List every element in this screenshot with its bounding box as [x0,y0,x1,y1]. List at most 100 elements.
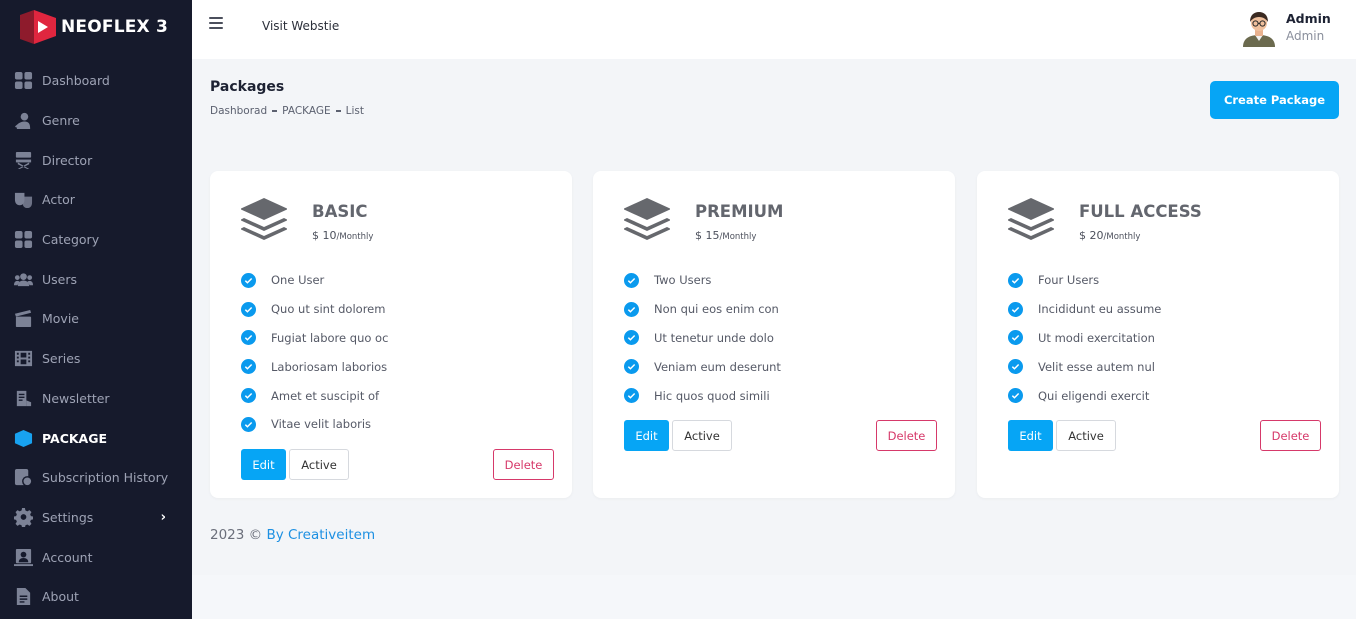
creativeitem-link[interactable]: By Creativeitem [266,527,375,543]
subscription-history-icon [14,468,33,487]
sidebar-item-series[interactable]: Series [0,339,192,379]
sidebar-item-label: Movie [42,311,79,327]
list-item: Ut tenetur unde dolo [624,324,781,353]
check-circle-icon [241,330,256,346]
copyright-text: 2023 © [210,527,263,543]
feature-text: Hic quos quod simili [654,388,770,403]
list-item: Fugiat labore quo oc [241,324,388,353]
price-amount: $ 20 [1079,229,1104,242]
status-active-button[interactable]: Active [672,420,732,451]
sidebar-item-label: Genre [42,113,80,129]
feature-list: One User Quo ut sint dolorem Fugiat labo… [241,266,388,439]
package-name: PREMIUM [695,202,784,221]
check-circle-icon [241,301,256,317]
sidebar-item-label: Actor [42,192,75,208]
delete-button[interactable]: Delete [876,420,937,451]
feature-list: Two Users Non qui eos enim con Ut tenetu… [624,266,781,410]
user-name[interactable]: Admin [1286,11,1331,26]
neoflex-logo-icon [20,10,56,44]
list-item: Amet et suscipit of [241,381,388,410]
layers-icon [1008,198,1054,240]
edit-button[interactable]: Edit [624,420,669,451]
sidebar-item-label: Director [42,152,93,168]
sidebar-item-label: About [42,589,79,605]
feature-text: Non qui eos enim con [654,302,779,317]
users-icon [14,270,33,289]
package-price: $ 20/Monthly [1079,229,1140,242]
breadcrumb-item-list: List [345,105,364,117]
feature-text: Qui eligendi exercit [1038,388,1150,403]
sidebar-item-newsletter[interactable]: Newsletter [0,379,192,419]
sidebar-item-label: Series [42,351,81,367]
clapperboard-icon [14,309,33,328]
check-circle-icon [241,416,256,432]
delete-button[interactable]: Delete [493,449,554,480]
package-icon [14,429,33,448]
footer: 2023 © By Creativeitem [210,527,375,543]
edit-button[interactable]: Edit [241,449,286,480]
user-role: Admin [1286,29,1325,43]
sidebar-item-director[interactable]: Director [0,140,192,180]
list-item: Ut modi exercitation [1008,324,1161,353]
check-circle-icon [241,359,256,375]
check-circle-icon [624,272,639,288]
feature-text: Incididunt eu assume [1038,302,1162,317]
dashboard-icon [14,71,33,90]
avatar[interactable] [1240,9,1278,47]
feature-text: Vitae velit laboris [271,417,372,432]
sidebar-item-label: Newsletter [42,390,110,406]
page-title: Packages [210,79,285,95]
package-card-premium: PREMIUM $ 15/Monthly Two Users Non qui e… [593,171,955,498]
sidebar-item-settings[interactable]: Settings › [0,498,192,538]
hamburger-menu-icon[interactable] [209,17,223,31]
price-period: /Monthly [1103,232,1141,242]
sidebar-item-account[interactable]: Account [0,537,192,577]
feature-text: Ut tenetur unde dolo [654,330,774,345]
chevron-right-icon: › [160,509,166,525]
feature-text: Four Users [1038,273,1100,288]
create-package-button[interactable]: Create Package [1210,81,1339,119]
film-icon [14,349,33,368]
genre-icon [14,111,33,130]
category-grid-icon [14,230,33,249]
status-active-button[interactable]: Active [289,449,349,480]
sidebar-item-about[interactable]: About [0,577,192,617]
feature-list: Four Users Incididunt eu assume Ut modi … [1008,266,1161,410]
sidebar-nav: Dashboard Genre Director Actor Category … [0,61,192,617]
sidebar-item-package[interactable]: PACKAGE [0,418,192,458]
feature-text: Quo ut sint dolorem [271,302,386,317]
sidebar-item-category[interactable]: Category [0,220,192,260]
feature-text: Ut modi exercitation [1038,330,1155,345]
brand-name: NEOFLEX 3 [61,17,169,37]
sidebar-item-users[interactable]: Users [0,259,192,299]
sidebar-item-label: Category [42,232,100,248]
breadcrumb-item-dashboard[interactable]: Dashborad [210,105,267,117]
check-circle-icon [624,388,639,404]
package-name: FULL ACCESS [1079,202,1202,221]
visit-website-link[interactable]: Visit Webstie [262,19,339,33]
sidebar-item-movie[interactable]: Movie [0,299,192,339]
sidebar-item-label: Users [42,271,78,287]
sidebar-item-actor[interactable]: Actor [0,180,192,220]
check-circle-icon [241,272,256,288]
brand[interactable]: NEOFLEX 3 [20,10,168,44]
check-circle-icon [624,359,639,375]
sidebar-item-dashboard[interactable]: Dashboard [0,61,192,101]
edit-button[interactable]: Edit [1008,420,1053,451]
delete-button[interactable]: Delete [1260,420,1321,451]
sidebar-item-genre[interactable]: Genre [0,101,192,141]
status-active-button[interactable]: Active [1056,420,1116,451]
sidebar-item-label: Settings [42,509,94,525]
list-item: Veniam eum deserunt [624,352,781,381]
feature-text: Laboriosam laborios [271,359,388,374]
breadcrumb-separator [335,110,341,112]
sidebar-item-subscription-history[interactable]: Subscription History [0,458,192,498]
breadcrumb-item-package[interactable]: PACKAGE [282,105,330,117]
list-item: Laboriosam laborios [241,352,388,381]
check-circle-icon [1008,388,1023,404]
gear-icon [14,507,33,527]
sidebar: NEOFLEX 3 Dashboard Genre Director Actor… [0,0,192,619]
list-item: Four Users [1008,266,1161,295]
top-header: Visit Webstie Admin Admin [192,0,1356,59]
check-circle-icon [624,330,639,346]
